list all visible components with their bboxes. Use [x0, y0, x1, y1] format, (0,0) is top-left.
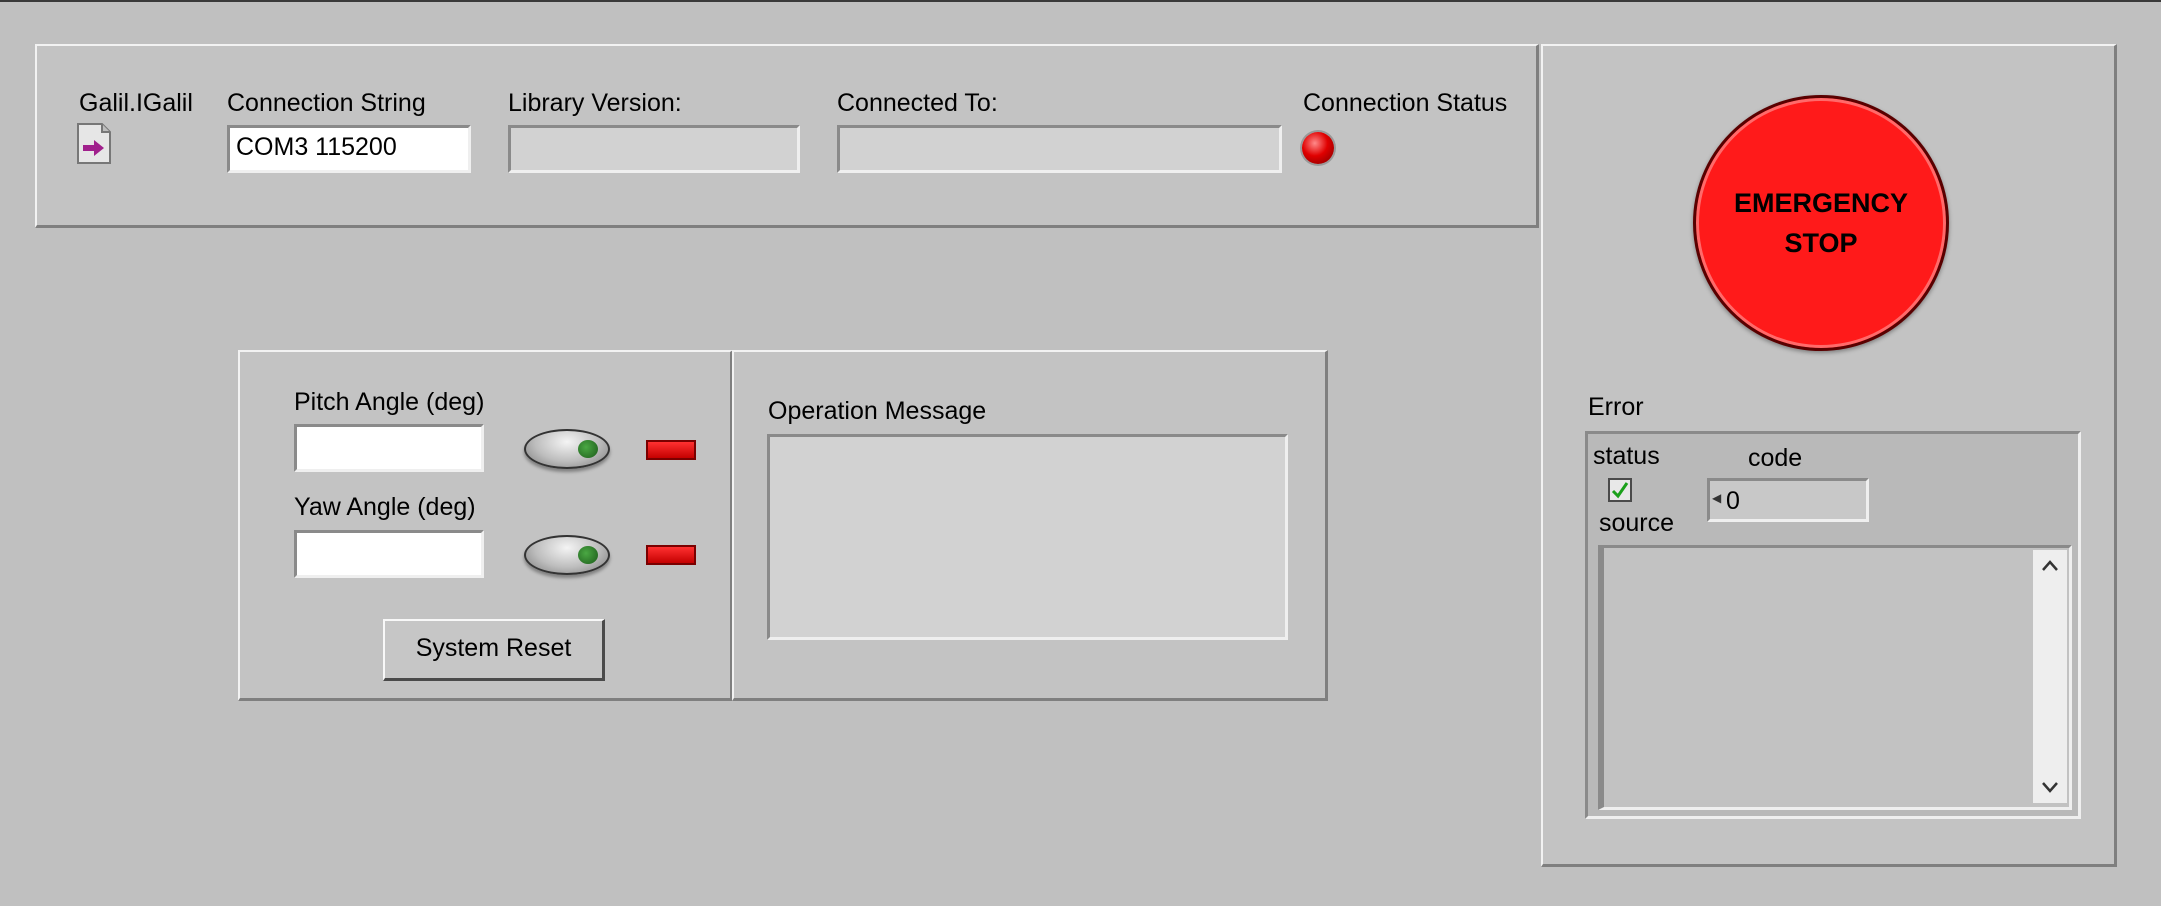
connection-string-label: Connection String [227, 89, 426, 117]
yaw-angle-input[interactable] [294, 530, 484, 578]
yaw-angle-label: Yaw Angle (deg) [294, 493, 476, 521]
operation-message-field [767, 434, 1288, 640]
emergency-stop-button[interactable]: EMERGENCY STOP [1693, 95, 1949, 351]
pitch-led-dot [578, 440, 598, 458]
galil-label: Galil.IGalil [79, 89, 193, 117]
connected-to-field [837, 125, 1282, 173]
scroll-up-arrow-icon[interactable] [2033, 552, 2067, 580]
emergency-stop-label-line2: STOP [1784, 228, 1858, 258]
window-top-border [0, 0, 2161, 2]
pitch-status-indicator [646, 440, 696, 460]
pitch-move-button[interactable] [524, 429, 610, 469]
system-reset-button[interactable]: System Reset [383, 619, 605, 681]
error-status-checkbox[interactable] [1608, 478, 1632, 502]
error-cluster-label: Error [1588, 393, 1644, 421]
error-status-label: status [1593, 442, 1660, 470]
error-code-label: code [1748, 444, 1803, 472]
library-version-label: Library Version: [508, 89, 682, 117]
error-source-field [1598, 545, 2072, 810]
connection-status-led [1302, 132, 1334, 164]
emergency-stop-label-line1: EMERGENCY [1733, 188, 1909, 218]
pitch-angle-input[interactable] [294, 424, 484, 472]
scroll-down-arrow-icon[interactable] [2033, 773, 2067, 801]
connected-to-label: Connected To: [837, 89, 998, 117]
connection-status-label: Connection Status [1303, 89, 1508, 117]
operation-message-label: Operation Message [768, 397, 987, 425]
yaw-led-dot [578, 546, 598, 564]
error-code-value: 0 [1726, 487, 1740, 515]
error-code-field: ◀ 0 [1707, 478, 1869, 522]
source-scrollbar[interactable] [2033, 550, 2067, 803]
refnum-arrow-icon[interactable] [76, 123, 112, 165]
error-source-label: source [1599, 509, 1675, 537]
connection-string-input[interactable]: COM3 115200 [227, 125, 471, 173]
library-version-field [508, 125, 800, 173]
checkmark-icon [1611, 482, 1629, 499]
yaw-status-indicator [646, 545, 696, 565]
pitch-angle-label: Pitch Angle (deg) [294, 388, 485, 416]
increment-arrow-icon[interactable]: ◀ [1712, 491, 1721, 505]
yaw-move-button[interactable] [524, 535, 610, 575]
